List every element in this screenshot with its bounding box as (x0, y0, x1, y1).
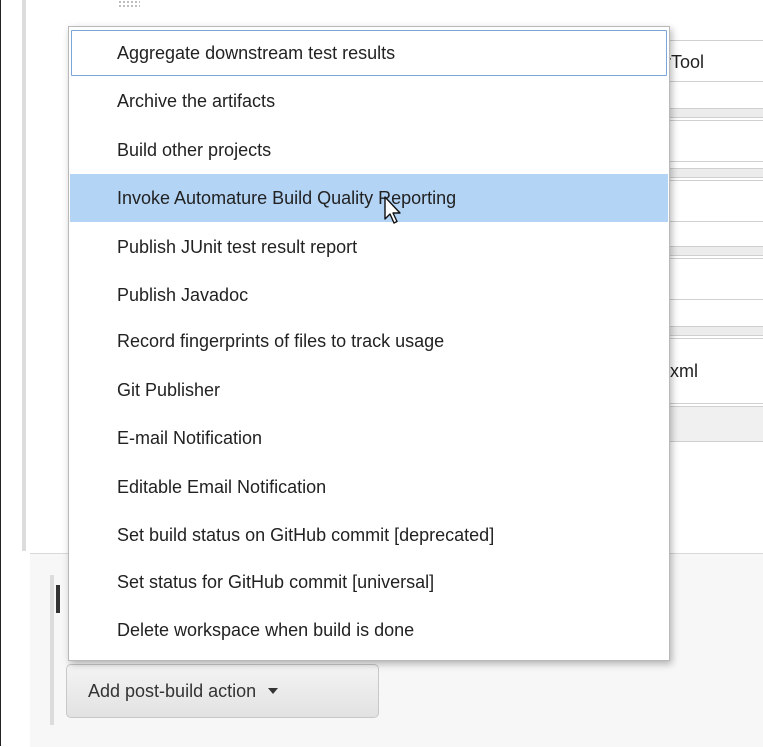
menu-item-e-mail-notification[interactable]: E-mail Notification (70, 414, 668, 462)
menu-item-invoke-automature-build-quality-reporting[interactable]: Invoke Automature Build Quality Reportin… (70, 174, 668, 222)
menu-item-label: Publish JUnit test result report (117, 236, 358, 257)
menu-item-record-fingerprints[interactable]: Record fingerprints of files to track us… (70, 317, 668, 365)
menu-item-archive-the-artifacts[interactable]: Archive the artifacts (70, 77, 668, 125)
menu-item-git-publisher[interactable]: Git Publisher (70, 366, 668, 414)
menu-item-build-other-projects[interactable]: Build other projects (70, 126, 668, 174)
menu-item-label: Archive the artifacts (117, 90, 276, 111)
menu-item-label: Aggregate downstream test results (117, 42, 396, 63)
menu-item-label: Set status for GitHub commit [universal] (117, 571, 435, 592)
form-field-value: xml (670, 361, 698, 381)
add-post-build-action-button[interactable]: Add post-build action (66, 664, 379, 718)
menu-item-label: Invoke Automature Build Quality Reportin… (117, 187, 457, 208)
caret-down-icon (268, 688, 279, 694)
menu-item-label: Set build status on GitHub commit [depre… (117, 524, 495, 545)
menu-item-label: E-mail Notification (117, 427, 263, 448)
menu-item-label: Build other projects (117, 139, 272, 160)
menu-item-label: Publish Javadoc (117, 284, 249, 305)
drag-handle-icon[interactable] (118, 0, 140, 8)
menu-item-label: Delete workspace when build is done (117, 619, 415, 640)
form-field-4[interactable] (667, 258, 763, 300)
form-field-3[interactable] (667, 180, 763, 222)
menu-item-label: Editable Email Notification (117, 476, 327, 497)
form-band (668, 326, 763, 336)
add-button-label: Add post-build action (88, 680, 257, 701)
menu-item-set-build-status-github-deprecated[interactable]: Set build status on GitHub commit [depre… (70, 511, 668, 559)
form-band (668, 168, 763, 178)
menu-item-set-status-github-universal[interactable]: Set status for GitHub commit [universal] (70, 558, 668, 606)
menu-item-editable-email-notification[interactable]: Editable Email Notification (70, 463, 668, 511)
partial-heading-glyph (56, 585, 60, 613)
form-band (668, 108, 763, 118)
mouse-pointer-icon (384, 196, 401, 224)
form-band (668, 246, 763, 256)
menu-item-delete-workspace[interactable]: Delete workspace when build is done (70, 606, 668, 654)
form-field-5[interactable]: xml (667, 338, 763, 404)
form-field-2[interactable] (667, 120, 763, 162)
menu-item-publish-junit-test-result-report[interactable]: Publish JUnit test result report (70, 223, 668, 271)
lower-rail (50, 575, 54, 725)
menu-item-aggregate-downstream-test-results[interactable]: Aggregate downstream test results (70, 29, 668, 77)
section-header (26, 0, 763, 14)
menu-item-label: Git Publisher (117, 379, 221, 400)
menu-item-publish-javadoc[interactable]: Publish Javadoc (70, 271, 668, 319)
section-title (386, 0, 526, 8)
menu-item-label: Record fingerprints of files to track us… (117, 330, 445, 351)
post-build-action-menu: Aggregate downstream test results Archiv… (68, 26, 670, 661)
